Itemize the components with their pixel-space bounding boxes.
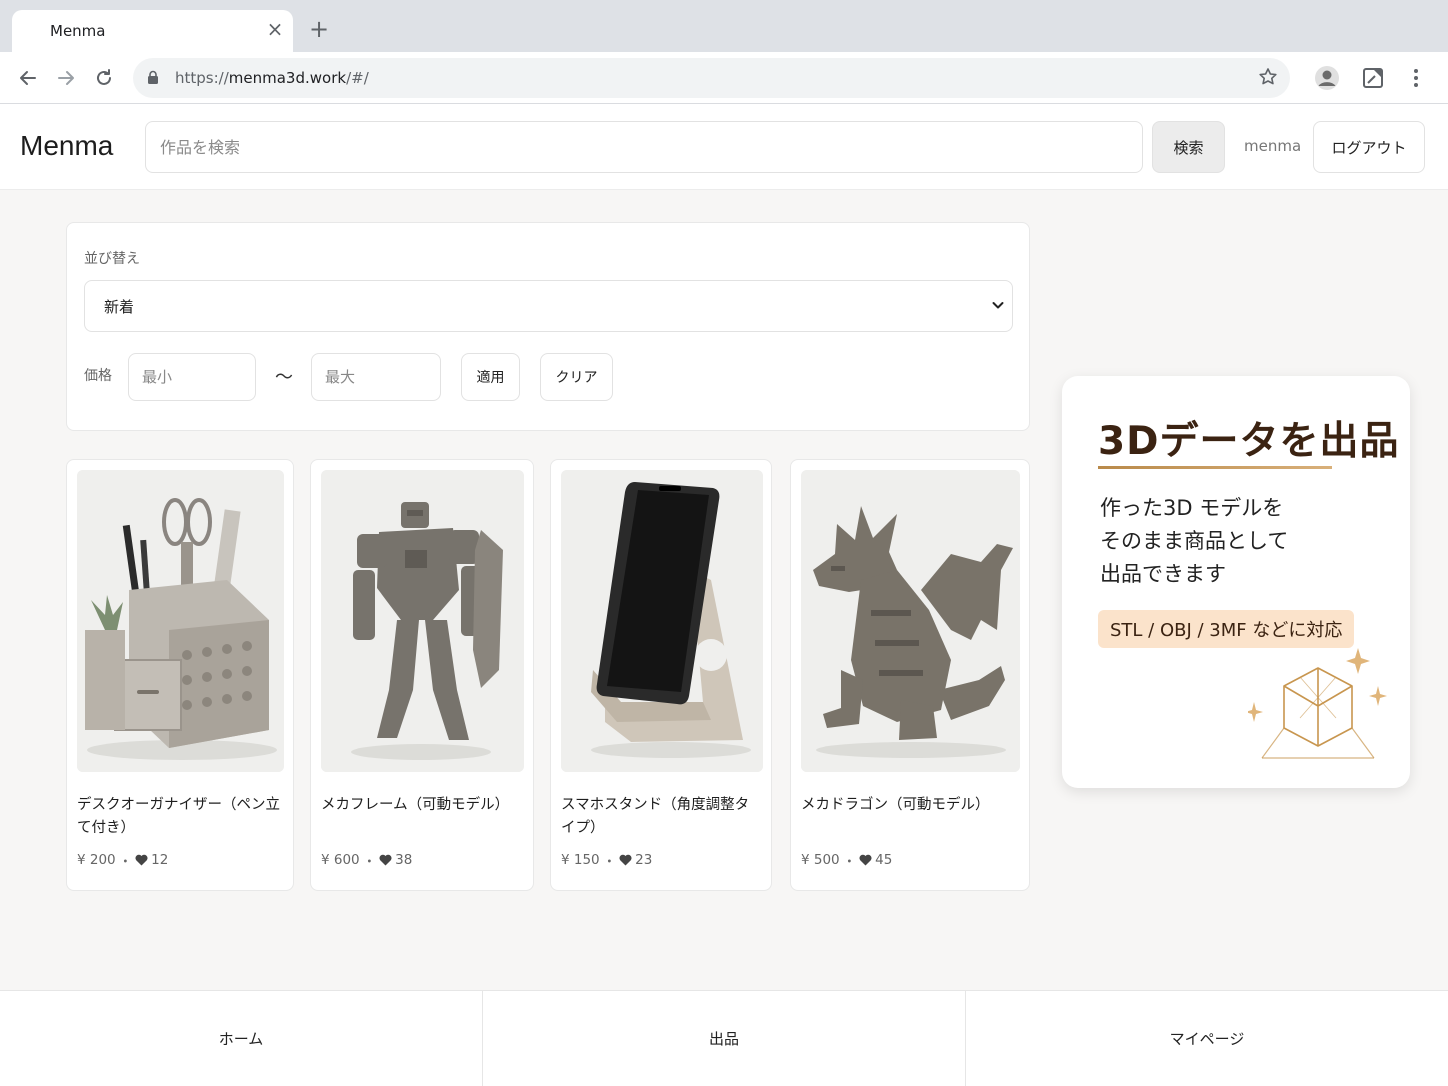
product-title[interactable]: メカフレーム（可動モデル） <box>321 794 523 817</box>
back-icon[interactable] <box>14 64 42 92</box>
product-card[interactable]: メカフレーム（可動モデル） ¥ 600 ・ 38 <box>310 459 534 891</box>
filter-panel: 並び替え 新着 価格 〜 適用 クリア <box>66 222 1030 431</box>
product-image-phone-stand[interactable] <box>561 470 763 772</box>
heart-icon <box>135 854 148 866</box>
max-price-input[interactable] <box>311 353 441 401</box>
min-price-input[interactable] <box>128 353 256 401</box>
sort-label: 並び替え <box>84 251 140 267</box>
product-card[interactable]: メカドラゴン（可動モデル） ¥ 500 ・ 45 <box>790 459 1030 891</box>
product-price: ¥ 500 <box>801 852 840 868</box>
promo-underline <box>1098 466 1332 469</box>
product-meta: ¥ 150 ・ 23 <box>561 852 653 870</box>
product-price: ¥ 600 <box>321 852 360 868</box>
heart-icon <box>859 854 872 866</box>
cube-icon <box>1248 648 1387 759</box>
product-likes: 45 <box>875 852 893 868</box>
bottom-nav: ホーム 出品 マイページ <box>0 990 1448 1086</box>
product-likes: 12 <box>151 852 169 868</box>
close-icon[interactable]: × <box>264 18 286 40</box>
promo-body: 作った3D モデルを そのまま商品として 出品できます <box>1100 496 1289 586</box>
profile-icon[interactable] <box>1313 64 1341 92</box>
product-card[interactable]: スマホスタンド（角度調整タイプ） ¥ 150 ・ 23 <box>550 459 772 891</box>
forward-icon[interactable] <box>52 64 80 92</box>
clear-button[interactable]: クリア <box>540 353 613 401</box>
sell-promo-banner[interactable]: 3Dデータを出品 作った3D モデルを そのまま商品として 出品できます STL… <box>1062 376 1410 788</box>
site-logo[interactable]: Menma <box>20 130 113 162</box>
browser-toolbar: https://menma3d.work/#/ <box>0 52 1448 104</box>
nav-mypage[interactable]: マイページ <box>966 991 1448 1086</box>
product-price: ¥ 200 <box>77 852 116 868</box>
product-card[interactable]: デスクオーガナイザー（ペン立て付き） ¥ 200 ・ 12 <box>66 459 294 891</box>
browser-tab[interactable]: Menma × <box>12 10 293 52</box>
reload-icon[interactable] <box>90 64 118 92</box>
apply-button[interactable]: 適用 <box>461 353 520 401</box>
price-label: 価格 <box>84 368 112 384</box>
product-meta: ¥ 200 ・ 12 <box>77 852 169 870</box>
search-button[interactable]: 検索 <box>1152 121 1225 173</box>
tab-title: Menma <box>50 22 106 40</box>
promo-title: 3Dデータを出品 <box>1098 419 1400 464</box>
extension-icon[interactable] <box>1359 64 1387 92</box>
heart-icon <box>379 854 392 866</box>
product-likes: 38 <box>395 852 413 868</box>
app-header: Menma 検索 menma ログアウト <box>0 104 1448 190</box>
heart-icon <box>619 854 632 866</box>
logout-button[interactable]: ログアウト <box>1313 121 1425 173</box>
product-image-desk-organizer[interactable] <box>77 470 284 772</box>
nav-sell[interactable]: 出品 <box>483 991 966 1086</box>
nav-home[interactable]: ホーム <box>0 991 483 1086</box>
lock-icon <box>147 70 159 89</box>
product-meta: ¥ 500 ・ 45 <box>801 852 893 870</box>
browser-tabbar: Menma × + <box>0 0 1448 52</box>
product-price: ¥ 150 <box>561 852 600 868</box>
sort-select[interactable]: 新着 <box>84 280 1013 332</box>
new-tab-icon[interactable]: + <box>306 16 332 42</box>
star-icon[interactable] <box>1258 67 1278 91</box>
url-text: https://menma3d.work/#/ <box>175 69 369 87</box>
address-bar[interactable]: https://menma3d.work/#/ <box>133 58 1290 98</box>
sort-value: 新着 <box>104 298 135 316</box>
username: menma <box>1244 137 1302 155</box>
product-likes: 23 <box>635 852 653 868</box>
product-title[interactable]: スマホスタンド（角度調整タイプ） <box>561 794 761 840</box>
product-title[interactable]: メカドラゴン（可動モデル） <box>801 794 1019 817</box>
product-image-mecha-dragon[interactable] <box>801 470 1020 772</box>
range-separator: 〜 <box>275 367 293 388</box>
product-meta: ¥ 600 ・ 38 <box>321 852 413 870</box>
format-badge: STL / OBJ / 3MF などに対応 <box>1098 610 1355 648</box>
product-title[interactable]: デスクオーガナイザー（ペン立て付き） <box>77 794 283 840</box>
search-input[interactable] <box>145 121 1143 173</box>
product-image-mecha-robot[interactable] <box>321 470 524 772</box>
chevron-down-icon <box>990 297 1006 317</box>
menu-icon[interactable] <box>1402 64 1430 92</box>
